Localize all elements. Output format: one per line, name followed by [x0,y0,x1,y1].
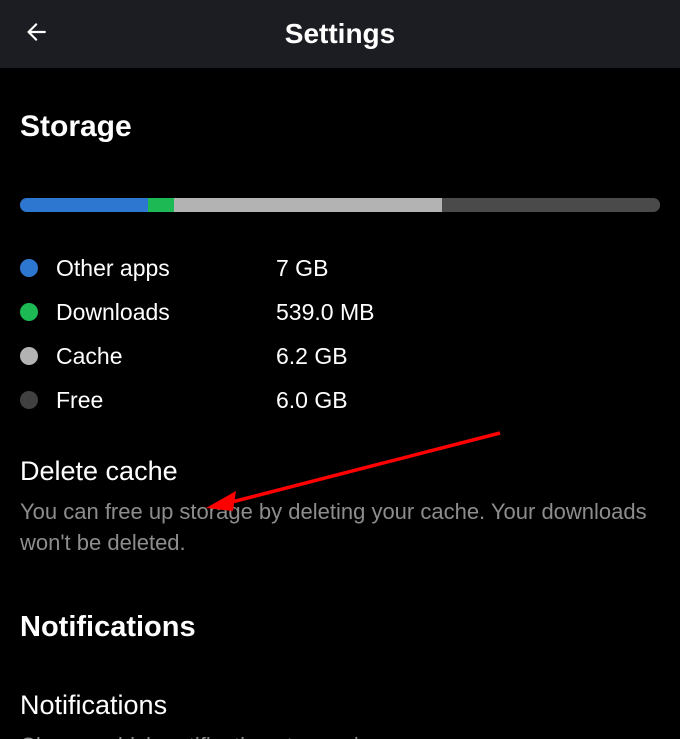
dot-icon [20,259,38,277]
legend-value: 6.0 GB [276,387,348,414]
storage-heading: Storage [20,110,660,144]
delete-cache-description: You can free up storage by deleting your… [20,497,660,559]
storage-bar-other-apps [20,198,148,212]
legend-label: Cache [56,343,276,370]
legend-label: Other apps [56,255,276,282]
dot-icon [20,347,38,365]
storage-bar-downloads [148,198,174,212]
dot-icon [20,391,38,409]
page-title: Settings [0,18,680,50]
legend-free: Free 6.0 GB [20,378,660,422]
legend-label: Free [56,387,276,414]
dot-icon [20,303,38,321]
legend-downloads: Downloads 539.0 MB [20,290,660,334]
legend-cache: Cache 6.2 GB [20,334,660,378]
back-button[interactable] [14,14,54,54]
notifications-item[interactable]: Notifications Choose which notifications… [20,690,660,739]
notifications-item-description: Choose which notifications to receive. [20,731,660,739]
delete-cache-item[interactable]: Delete cache You can free up storage by … [20,456,660,559]
delete-cache-title: Delete cache [20,456,660,487]
storage-bar-free [442,198,660,212]
header-bar: Settings [0,0,680,68]
legend-value: 6.2 GB [276,343,348,370]
legend-other-apps: Other apps 7 GB [20,246,660,290]
legend-value: 7 GB [276,255,328,282]
storage-bar-cache [174,198,443,212]
back-arrow-icon [21,19,47,50]
notifications-item-title: Notifications [20,690,660,721]
main-content: Storage Other apps 7 GB Downloads 539.0 … [0,110,680,739]
storage-legend: Other apps 7 GB Downloads 539.0 MB Cache… [20,246,660,422]
legend-value: 539.0 MB [276,299,374,326]
storage-bar [20,198,660,212]
notifications-heading: Notifications [20,611,660,644]
legend-label: Downloads [56,299,276,326]
